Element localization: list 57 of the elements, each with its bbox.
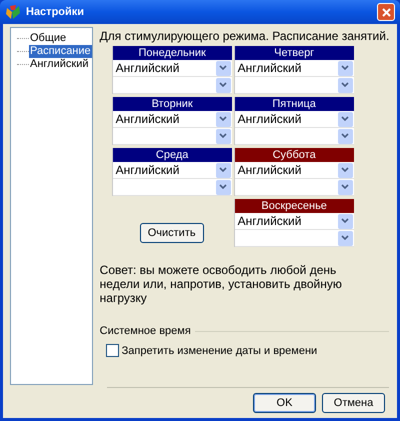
day-header: Среда [112,148,232,162]
chevron-down-icon [219,116,228,122]
dropdown-button[interactable] [216,162,231,178]
window-title: Настройки [26,4,86,20]
schedule-heading: Для стимулирующего режима. Расписание занятий. [100,29,390,43]
chevron-down-icon [219,133,228,139]
chevron-down-icon [341,65,350,71]
dropdown-button[interactable] [338,214,353,228]
day-header: Воскресенье [234,199,354,213]
chevron-down-icon [341,116,350,122]
chevron-down-icon [341,218,350,224]
clear-button[interactable]: Очистить [140,223,204,243]
tip-text: Совет: вы можете освободить любой день недели или, напротив, установить двойную нагрузку [100,263,343,305]
checkbox-label: Запретить изменение даты и времени [122,344,318,358]
dropdown-button[interactable] [216,78,231,92]
dropdown-button[interactable] [338,230,353,246]
chevron-down-icon [341,133,350,139]
close-button[interactable] [377,3,395,21]
lesson-dropdown[interactable]: Английский [112,111,232,128]
dropdown-button[interactable] [216,112,231,126]
dropdown-button[interactable] [338,78,353,92]
chevron-down-icon [219,184,228,190]
dropdown-button[interactable] [216,60,231,76]
day-header: Четверг [234,46,354,60]
chevron-down-icon [219,82,228,88]
dropdown-button[interactable] [338,162,353,178]
lesson-dropdown[interactable]: Английский [234,111,354,128]
dropdown-button[interactable] [338,128,353,144]
lesson-dropdown[interactable]: Английский [112,60,232,77]
day-header: Понедельник [112,46,232,60]
dropdown-button[interactable] [338,180,353,194]
app-icon [5,4,21,20]
dialog-button[interactable]: OK [253,393,316,413]
chevron-down-icon [219,167,228,173]
dropdown-button[interactable] [338,112,353,126]
chevron-down-icon [219,65,228,71]
day-header: Вторник [112,97,232,111]
chevron-down-icon [341,82,350,88]
lesson-dropdown[interactable]: Английский [234,162,354,179]
dropdown-button[interactable] [216,180,231,194]
dropdown-button[interactable] [216,128,231,144]
checkbox[interactable] [106,344,119,358]
tree-item[interactable]: Расписание [29,45,92,58]
close-icon [382,8,390,16]
group-title: Системное время [100,324,191,339]
day-header: Пятница [234,97,354,111]
chevron-down-icon [341,167,350,173]
dropdown-button[interactable] [338,60,353,76]
chevron-down-icon [341,235,350,241]
chevron-down-icon [341,184,350,190]
tree-item[interactable]: Общие [29,32,68,45]
lesson-dropdown[interactable]: Английский [234,60,354,77]
lesson-dropdown[interactable]: Английский [112,162,232,179]
lesson-dropdown[interactable]: Английский [234,213,354,230]
dialog-button[interactable]: Отмена [322,393,385,413]
tree-item[interactable]: Английский [29,58,90,71]
day-header: Суббота [234,148,354,162]
